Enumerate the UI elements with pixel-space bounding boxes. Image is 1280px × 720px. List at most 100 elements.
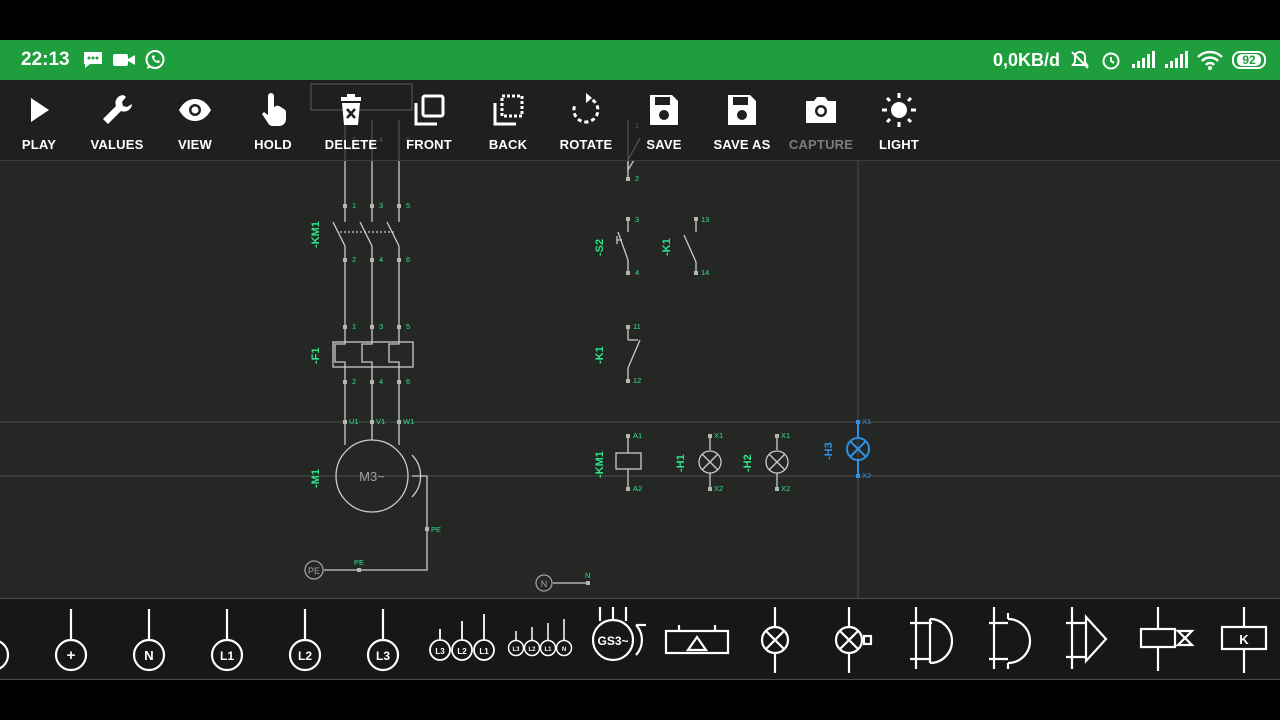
svg-text:PE: PE bbox=[431, 525, 441, 534]
svg-text:N: N bbox=[562, 647, 566, 653]
svg-text:6: 6 bbox=[406, 377, 410, 386]
schematic-canvas[interactable]: 135 246 135 246 U1 V1 W1 PE PE N 2 34 13 14 1… bbox=[0, 160, 1280, 598]
sun-icon bbox=[882, 93, 916, 127]
view-button[interactable]: VIEW bbox=[156, 80, 234, 160]
nand-gate-item[interactable] bbox=[989, 607, 1032, 669]
svg-text:1: 1 bbox=[352, 201, 356, 210]
values-label: VALUES bbox=[90, 137, 144, 152]
svg-text:A1: A1 bbox=[633, 431, 642, 440]
svg-text:L3: L3 bbox=[435, 647, 445, 656]
light-button[interactable]: LIGHT bbox=[860, 80, 938, 160]
toolbar: 246 1 PLAY VALUES VIEW HOLD DELETE FRONT… bbox=[0, 80, 1280, 161]
trash-icon bbox=[341, 94, 361, 125]
label-km1-coil: -KM1 bbox=[594, 451, 606, 478]
play-icon bbox=[31, 98, 49, 122]
save-icon bbox=[650, 95, 678, 125]
status-time: 22:13 bbox=[21, 49, 70, 70]
svg-text:X1: X1 bbox=[781, 431, 790, 440]
label-m1: -M1 bbox=[310, 469, 322, 488]
label-h1: -H1 bbox=[675, 454, 687, 472]
values-button[interactable]: VALUES bbox=[78, 80, 156, 160]
svg-text:N: N bbox=[541, 579, 548, 589]
svg-text:L1: L1 bbox=[479, 647, 489, 656]
and-gate-item[interactable] bbox=[910, 607, 954, 669]
signal-icon bbox=[1165, 51, 1188, 68]
svg-text:4: 4 bbox=[635, 268, 639, 277]
lamp-item[interactable] bbox=[760, 607, 790, 673]
svg-text:A2: A2 bbox=[633, 484, 642, 493]
net-speed: 0,0KB/d bbox=[992, 49, 1060, 70]
save-as-button[interactable]: SAVE AS bbox=[703, 80, 781, 160]
svg-text:X1: X1 bbox=[714, 431, 723, 440]
svg-text:L3: L3 bbox=[512, 647, 520, 653]
svg-text:+: + bbox=[67, 647, 76, 664]
front-label: FRONT bbox=[406, 137, 452, 152]
svg-text:11: 11 bbox=[633, 322, 641, 331]
label-f1: -F1 bbox=[310, 348, 322, 365]
front-button[interactable]: FRONT bbox=[390, 80, 468, 160]
svg-text:L3: L3 bbox=[376, 649, 390, 663]
power-circuit bbox=[324, 160, 590, 584]
svg-text:L2: L2 bbox=[528, 647, 536, 653]
alarm-icon bbox=[1102, 52, 1120, 70]
save-as-icon bbox=[728, 95, 756, 125]
video-icon bbox=[112, 54, 135, 66]
svg-text:13: 13 bbox=[701, 215, 709, 224]
play-button[interactable]: PLAY bbox=[0, 80, 78, 160]
svg-text:L2: L2 bbox=[298, 649, 312, 663]
label-km1-main: -KM1 bbox=[310, 221, 322, 248]
svg-text:X2: X2 bbox=[714, 484, 723, 493]
svg-text:2: 2 bbox=[352, 255, 356, 264]
n-node[interactable]: N bbox=[535, 574, 553, 592]
svg-text:3: 3 bbox=[379, 201, 383, 210]
palette-symbols: + N L1 L2 L3 L3 L2 L1 L3 L2 L1 N GS3~ K bbox=[0, 607, 1268, 673]
label-h2: -H2 bbox=[742, 454, 754, 472]
svg-text:V1: V1 bbox=[376, 417, 385, 426]
svg-text:U1: U1 bbox=[349, 417, 359, 426]
lamp-h3-selected[interactable] bbox=[846, 422, 870, 476]
svg-text:14: 14 bbox=[701, 268, 709, 277]
eye-icon bbox=[179, 99, 211, 121]
svg-text:GS3~: GS3~ bbox=[597, 634, 628, 648]
light-label: LIGHT bbox=[879, 137, 919, 152]
hand-icon bbox=[262, 93, 287, 126]
save-button[interactable]: SAVE bbox=[625, 80, 703, 160]
wrench-icon bbox=[103, 95, 132, 124]
svg-text:5: 5 bbox=[406, 322, 410, 331]
svg-text:X2: X2 bbox=[862, 471, 871, 480]
battery-level: 92 bbox=[1237, 54, 1261, 66]
svg-text:X2: X2 bbox=[781, 484, 790, 493]
status-bar: 22:13 0,0KB/d 92 bbox=[0, 40, 1280, 80]
svg-text:PE: PE bbox=[308, 566, 320, 576]
svg-text:4: 4 bbox=[379, 255, 383, 264]
node-terminal-item[interactable] bbox=[0, 640, 10, 670]
schematic[interactable]: 135 246 135 246 U1 V1 W1 PEPEN 2 34 1314 1… bbox=[0, 160, 1280, 598]
label-k1-nc: -K1 bbox=[594, 346, 606, 364]
back-button[interactable]: BACK bbox=[469, 80, 547, 160]
label-k1-no: -K1 bbox=[661, 238, 673, 256]
timer-relay-item[interactable] bbox=[1139, 607, 1195, 671]
delete-button[interactable]: DELETE bbox=[312, 80, 390, 160]
capture-button[interactable]: CAPTURE bbox=[782, 80, 860, 160]
pe-node[interactable]: PE bbox=[304, 560, 324, 580]
rotate-label: ROTATE bbox=[559, 137, 613, 152]
svg-text:L2: L2 bbox=[457, 647, 467, 656]
label-s2: -S2 bbox=[594, 239, 606, 256]
send-back-icon bbox=[493, 94, 524, 126]
bring-front-icon bbox=[414, 94, 445, 126]
pin-labels: 135 246 135 246 U1 V1 W1 PEPEN 2 34 1314 1… bbox=[349, 174, 790, 580]
save-as-label: SAVE AS bbox=[713, 137, 771, 152]
svg-text:2: 2 bbox=[352, 377, 356, 386]
mute-icon bbox=[1071, 50, 1089, 69]
buzzer-item[interactable] bbox=[664, 625, 730, 655]
back-label: BACK bbox=[488, 137, 528, 152]
svg-text:4: 4 bbox=[379, 377, 383, 386]
svg-text:N: N bbox=[585, 571, 590, 580]
buffer-item[interactable] bbox=[1066, 607, 1108, 669]
lamp-test-item[interactable] bbox=[834, 607, 873, 673]
rotate-button[interactable]: ROTATE bbox=[547, 80, 625, 160]
svg-text:N: N bbox=[144, 648, 153, 663]
hold-button[interactable]: HOLD bbox=[234, 80, 312, 160]
svg-text:L1: L1 bbox=[220, 649, 234, 663]
hold-label: HOLD bbox=[254, 137, 292, 152]
